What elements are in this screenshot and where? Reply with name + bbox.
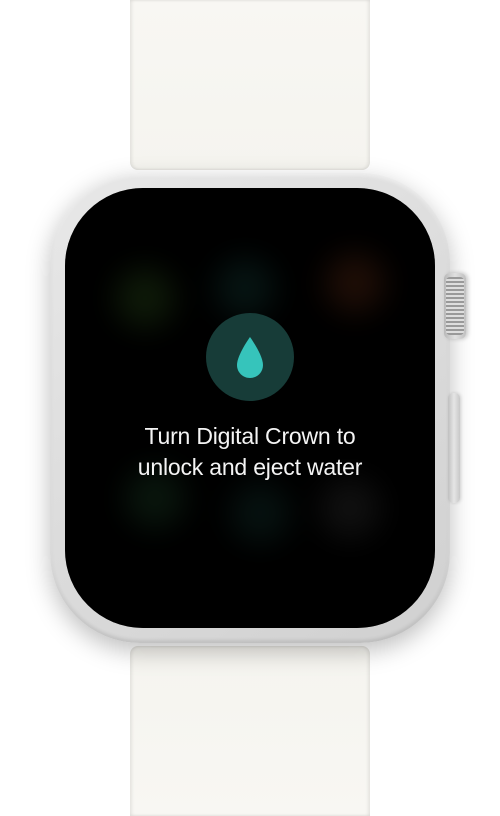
water-drop-icon	[233, 335, 267, 379]
watch-body: Turn Digital Crown to unlock and eject w…	[50, 173, 450, 643]
digital-crown[interactable]	[444, 273, 466, 339]
watch-bezel: Turn Digital Crown to unlock and eject w…	[65, 188, 435, 628]
water-drop-icon-circle	[206, 313, 294, 401]
watch-band-bottom	[130, 646, 370, 816]
water-lock-instruction: Turn Digital Crown to unlock and eject w…	[115, 421, 385, 483]
watch-band-top	[130, 0, 370, 170]
watch-screen: Turn Digital Crown to unlock and eject w…	[85, 208, 415, 608]
water-lock-overlay: Turn Digital Crown to unlock and eject w…	[85, 313, 415, 483]
side-button[interactable]	[448, 393, 460, 503]
